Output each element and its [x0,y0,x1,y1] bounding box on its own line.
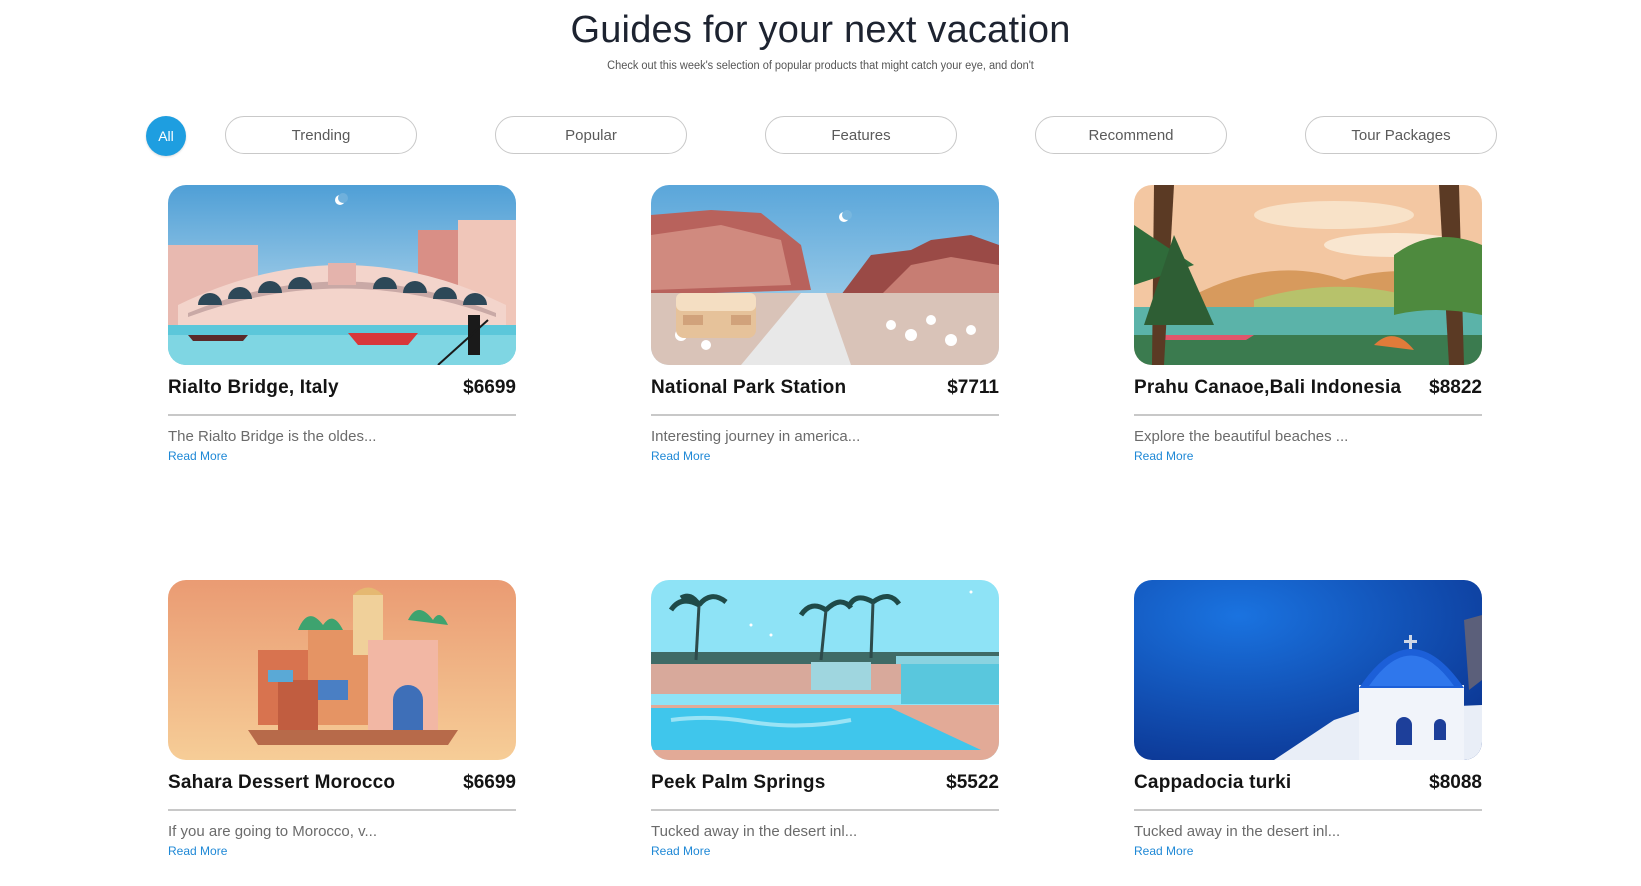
card-divider [651,809,999,811]
canyon-road-van-illustration[interactable] [651,185,999,365]
read-more-link[interactable]: Read More [168,844,227,858]
filter-all-button[interactable]: All [146,116,186,156]
filter-features-button[interactable]: Features [765,116,957,154]
card-divider [168,414,516,416]
card-price: $7711 [947,377,999,398]
card-divider [1134,414,1482,416]
filter-tour-packages-button[interactable]: Tour Packages [1305,116,1497,154]
card-title: Cappadocia turki [1134,772,1292,793]
page-title: Guides for your next vacation [570,9,1071,51]
read-more-link[interactable]: Read More [168,449,227,463]
filter-popular-button[interactable]: Popular [495,116,687,154]
card-title: National Park Station [651,377,847,398]
card-title: Prahu Canaoe,Bali Indonesia [1134,377,1402,398]
card-description: Interesting journey in america... [651,428,861,445]
read-more-link[interactable]: Read More [1134,449,1193,463]
card-price: $8088 [1429,772,1482,793]
card-description: Tucked away in the desert inl... [1134,823,1341,840]
filter-trending-button[interactable]: Trending [225,116,417,154]
palm-pool-illustration[interactable] [651,580,999,760]
card-divider [1134,809,1482,811]
card-divider [651,414,999,416]
card-title: Rialto Bridge, Italy [168,377,339,398]
card-description: Explore the beautiful beaches ... [1134,428,1349,445]
card-title: Sahara Dessert Morocco [168,772,396,793]
card-price: $8822 [1429,377,1482,398]
read-more-link[interactable]: Read More [651,449,710,463]
filter-recommend-button[interactable]: Recommend [1035,116,1227,154]
card-price: $5522 [946,772,999,793]
page-subtitle: Check out this week's selection of popul… [607,59,1034,73]
card-description: If you are going to Morocco, v... [168,823,377,840]
card-description: The Rialto Bridge is the oldes... [168,428,377,445]
card-title: Peek Palm Springs [651,772,826,793]
card-price: $6699 [463,772,516,793]
card-price: $6699 [463,377,516,398]
card-description: Tucked away in the desert inl... [651,823,858,840]
read-more-link[interactable]: Read More [1134,844,1193,858]
card-divider [168,809,516,811]
venice-bridge-illustration[interactable] [168,185,516,365]
read-more-link[interactable]: Read More [651,844,710,858]
lake-canoe-illustration[interactable] [1134,185,1482,365]
blue-dome-church-illustration[interactable] [1134,580,1482,760]
morocco-buildings-illustration[interactable] [168,580,516,760]
